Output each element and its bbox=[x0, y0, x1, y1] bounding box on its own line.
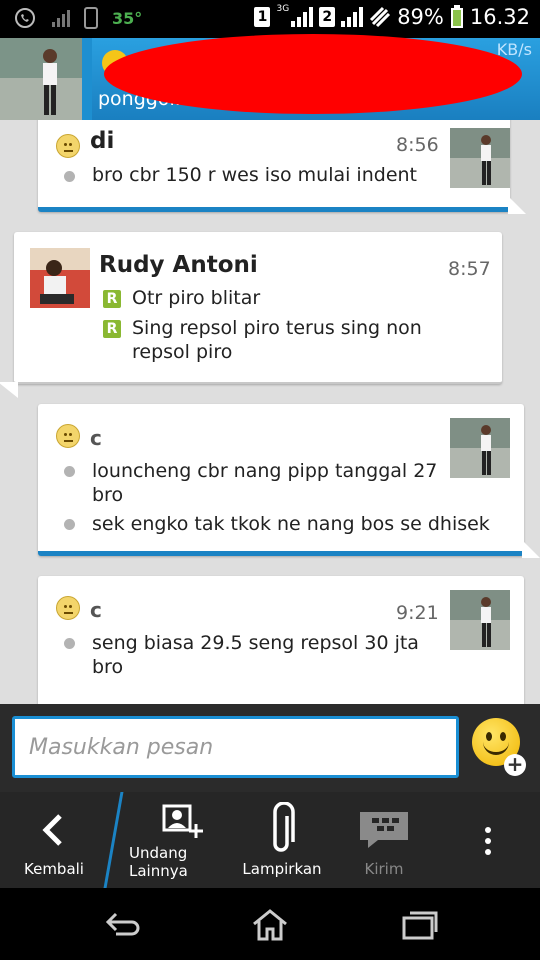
attach-label: Lampirkan bbox=[242, 860, 322, 878]
action-bar: Kembali Undang Lainnya Lampirkan Kirim bbox=[0, 792, 540, 888]
status-emoji-icon bbox=[56, 596, 80, 620]
status-emoji-icon bbox=[56, 424, 80, 448]
plus-icon: + bbox=[504, 754, 526, 776]
redaction-overlay bbox=[104, 34, 522, 114]
own-avatar[interactable] bbox=[450, 418, 510, 478]
whatsapp-icon bbox=[15, 8, 35, 28]
system-navigation-bar bbox=[0, 888, 540, 960]
own-avatar[interactable] bbox=[450, 590, 510, 650]
invite-button[interactable]: Undang Lainnya bbox=[120, 792, 230, 888]
sender-name: c bbox=[90, 598, 102, 622]
back-nav-icon[interactable] bbox=[102, 908, 142, 942]
sender-name: c bbox=[90, 426, 102, 450]
message-bubble-own[interactable]: di 8:56 bro cbr 150 r wes iso mulai inde… bbox=[38, 120, 526, 214]
delivered-dot-icon bbox=[64, 466, 75, 477]
network-type: 3G bbox=[276, 4, 290, 14]
phone-icon bbox=[84, 7, 98, 29]
emoji-picker-button[interactable]: + bbox=[472, 718, 526, 776]
attach-button[interactable]: Lampirkan bbox=[232, 792, 332, 888]
status-bar: 35° 1 3G 2 89% 16.32 bbox=[0, 0, 540, 38]
signal-icon-2 bbox=[341, 7, 364, 27]
back-button[interactable]: Kembali bbox=[0, 792, 108, 888]
vibrate-icon bbox=[370, 6, 391, 28]
sim1-indicator: 1 bbox=[254, 7, 271, 27]
sim2-indicator: 2 bbox=[319, 7, 336, 27]
message-bubble-incoming[interactable]: Rudy Antoni 8:57 R Otr piro blitar R Sin… bbox=[0, 232, 502, 398]
bubble-tail bbox=[0, 382, 18, 398]
read-receipt-icon: R bbox=[103, 290, 121, 308]
message-text: louncheng cbr nang pipp tanggal 27 bro bbox=[92, 460, 438, 506]
message-time: 8:57 bbox=[448, 258, 491, 280]
paperclip-icon bbox=[273, 802, 295, 852]
message-time: 9:21 bbox=[396, 602, 439, 624]
bubble-tail bbox=[522, 540, 540, 558]
message-input[interactable] bbox=[12, 716, 459, 778]
bubble-tail bbox=[508, 196, 526, 214]
send-label: Kirim bbox=[364, 860, 404, 878]
add-contact-icon bbox=[162, 804, 203, 838]
message-text: sek engko tak tkok ne nang bos se dhisek bbox=[92, 513, 490, 535]
invite-label: Undang Lainnya bbox=[129, 844, 188, 880]
message-text: bro cbr 150 r wes iso mulai indent bbox=[92, 164, 417, 186]
sender-avatar[interactable] bbox=[30, 248, 90, 308]
send-button[interactable]: Kirim bbox=[340, 792, 428, 888]
contact-avatar[interactable] bbox=[0, 38, 82, 120]
composer-bar: + bbox=[0, 704, 540, 792]
read-receipt-icon: R bbox=[103, 320, 121, 338]
delivered-dot-icon bbox=[64, 638, 75, 649]
own-avatar[interactable] bbox=[450, 128, 510, 188]
signal-icon bbox=[291, 7, 314, 27]
chat-conversation[interactable]: di 8:56 bro cbr 150 r wes iso mulai inde… bbox=[0, 120, 540, 704]
clock: 16.32 bbox=[469, 5, 530, 29]
message-time: 8:56 bbox=[396, 134, 439, 156]
message-text: Sing repsol piro terus sing non repsol p… bbox=[132, 317, 422, 363]
home-nav-icon[interactable] bbox=[250, 908, 290, 942]
battery-percent: 89% bbox=[397, 5, 444, 29]
bbm-send-icon bbox=[360, 812, 408, 848]
delivered-dot-icon bbox=[64, 171, 75, 182]
status-emoji-icon bbox=[56, 134, 80, 158]
temperature: 35° bbox=[112, 8, 143, 28]
signal-weak-icon bbox=[52, 10, 70, 27]
recent-apps-icon[interactable] bbox=[400, 908, 440, 942]
more-menu-button[interactable] bbox=[466, 792, 510, 888]
sender-name: di bbox=[90, 128, 115, 154]
back-label: Kembali bbox=[24, 860, 84, 878]
sender-name: Rudy Antoni bbox=[99, 252, 258, 278]
battery-icon bbox=[450, 5, 463, 28]
message-text: seng biasa 29.5 seng repsol 30 jta bro bbox=[92, 632, 419, 678]
message-text: Otr piro blitar bbox=[132, 287, 261, 309]
delivered-dot-icon bbox=[64, 519, 75, 530]
chevron-left-icon bbox=[42, 814, 62, 846]
more-vertical-icon bbox=[485, 827, 491, 855]
